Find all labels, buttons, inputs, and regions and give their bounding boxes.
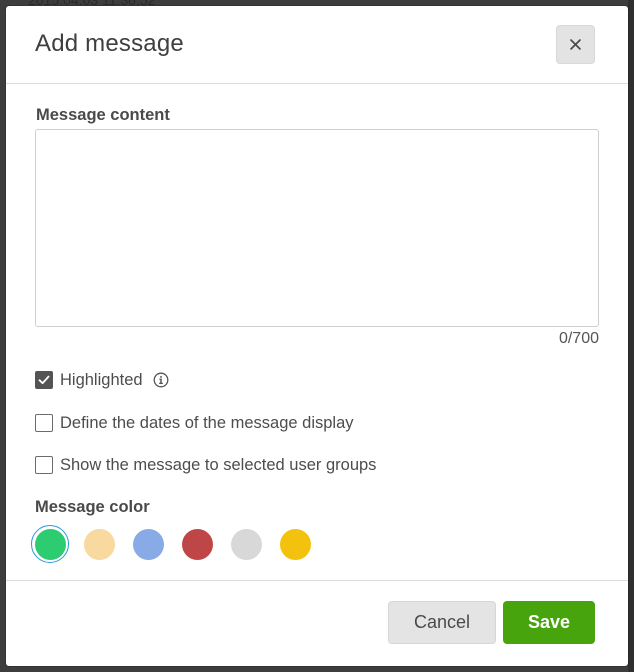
color-swatch-yellow[interactable] [276,525,314,563]
character-counter: 0/700 [558,330,599,347]
color-swatches [31,525,325,563]
swatch-fill [181,528,213,560]
user-groups-label: Show the message to selected user groups [60,455,377,474]
dialog-title: Add message [35,30,184,57]
highlighted-checkbox[interactable] [35,371,53,389]
swatch-fill [132,528,164,560]
define-dates-option[interactable]: Define the dates of the message display [35,412,354,434]
swatch-fill [34,528,66,560]
add-message-dialog: Add message Message content 0/700 Highli… [6,6,628,666]
close-button[interactable] [556,25,595,64]
color-swatch-blue[interactable] [129,525,167,563]
color-swatch-green[interactable] [31,525,69,563]
highlighted-label: Highlighted [60,370,143,389]
define-dates-checkbox[interactable] [35,414,53,432]
dialog-header: Add message [6,6,628,84]
color-swatch-gray[interactable] [227,525,265,563]
cancel-button[interactable]: Cancel [388,601,496,644]
color-swatch-red[interactable] [178,525,216,563]
backdrop-strip [628,0,634,672]
swatch-fill [230,528,262,560]
checkmark-icon [38,375,50,385]
define-dates-label: Define the dates of the message display [60,413,354,432]
highlighted-option[interactable]: Highlighted [35,369,169,391]
user-groups-checkbox[interactable] [35,456,53,474]
footer-divider [6,580,628,581]
color-swatch-peach[interactable] [80,525,118,563]
message-content-textarea[interactable] [35,129,599,327]
swatch-fill [279,528,311,560]
save-button[interactable]: Save [503,601,595,644]
close-icon [570,39,581,50]
info-icon[interactable] [153,372,169,388]
swatch-fill [83,528,115,560]
message-color-label: Message color [35,498,150,516]
user-groups-option[interactable]: Show the message to selected user groups [35,454,376,476]
message-content-label: Message content [36,106,170,124]
